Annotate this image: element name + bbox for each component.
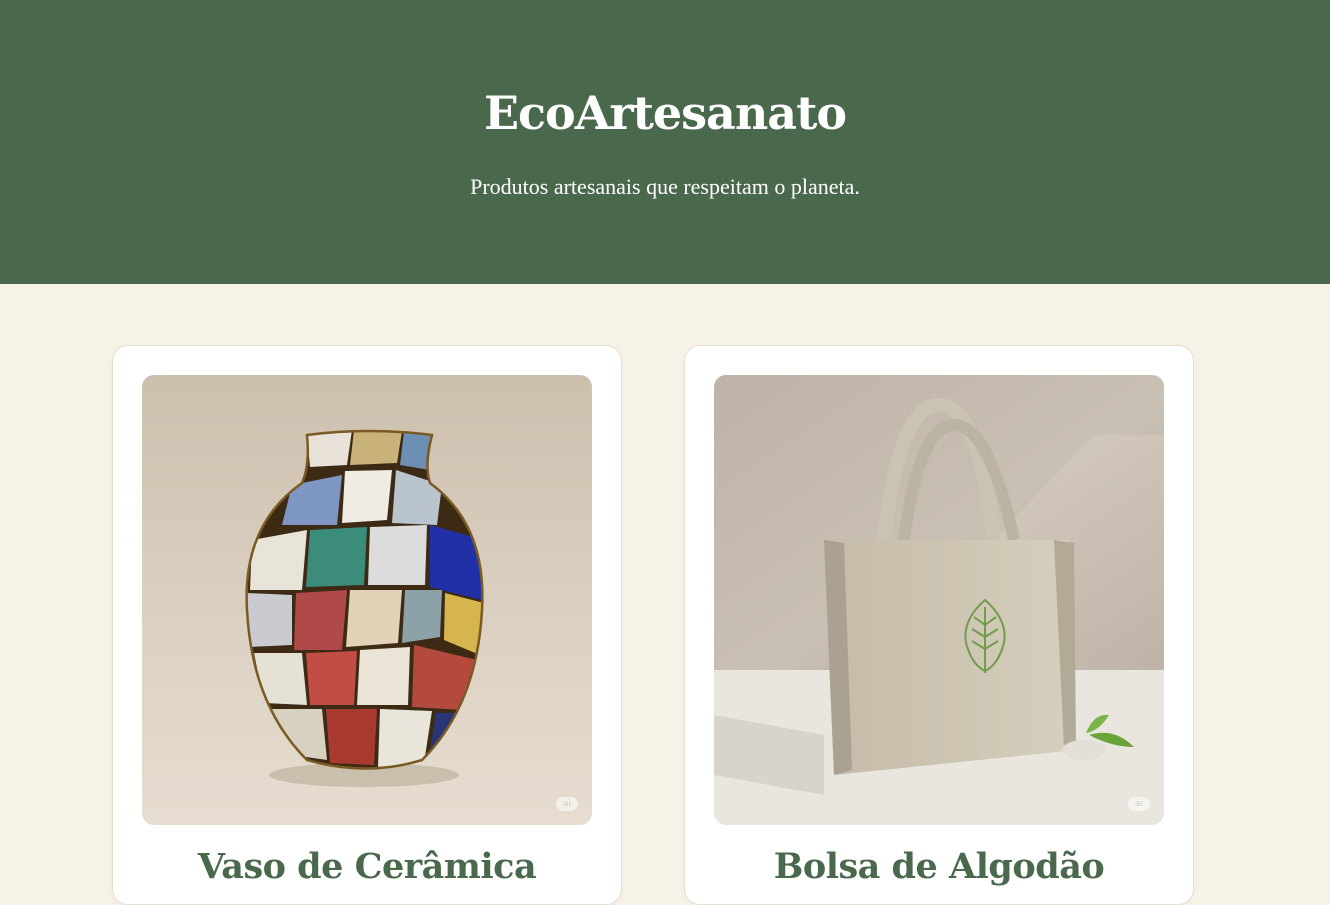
site-title: EcoArtesanato [483,86,847,140]
ai-badge: ai [556,797,578,811]
product-card-bag[interactable]: ai Bolsa de Algodão [684,345,1194,905]
product-grid: ai Vaso de Cerâmica ai Bolsa de Algodão [112,345,1194,905]
site-header: EcoArtesanato Produtos artesanais que re… [0,0,1330,284]
cotton-tote-bag-image [714,375,1164,825]
product-card-vase[interactable]: ai Vaso de Cerâmica [112,345,622,905]
product-image-vase[interactable]: ai [142,375,592,825]
product-image-bag[interactable]: ai [714,375,1164,825]
product-title[interactable]: Vaso de Cerâmica [113,846,621,887]
ai-badge: ai [1128,797,1150,811]
product-title[interactable]: Bolsa de Algodão [685,846,1193,887]
mosaic-vase-image [142,375,592,825]
site-tagline: Produtos artesanais que respeitam o plan… [470,174,860,199]
